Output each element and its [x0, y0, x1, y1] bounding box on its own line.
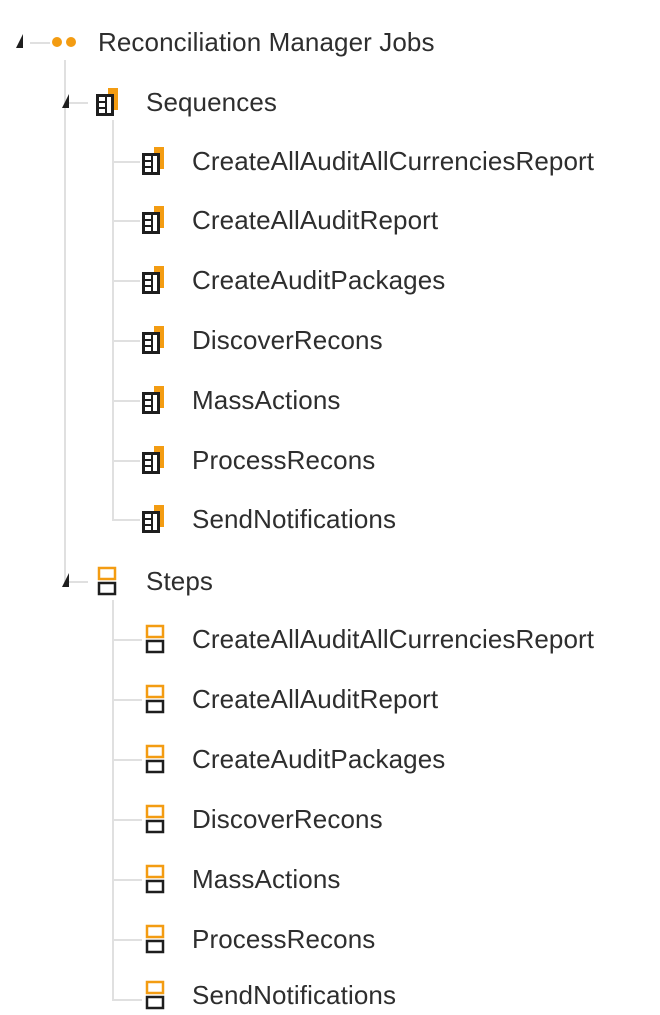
collapse-triangle-icon — [62, 573, 69, 587]
tree-connector-root-h — [30, 42, 50, 44]
tree-connector-root — [64, 60, 66, 582]
tree-item-label: SendNotifications — [192, 980, 397, 1010]
expand-toggle-root[interactable] — [14, 32, 32, 50]
expand-toggle-steps[interactable] — [60, 571, 78, 589]
tree-connector-item-h — [112, 519, 140, 521]
tree-item-label: MassActions — [192, 864, 341, 894]
tree-item-label: ProcessRecons — [192, 445, 376, 475]
collapse-triangle-icon — [62, 94, 69, 108]
tree-item-label: CreateAuditPackages — [192, 744, 446, 774]
tree-item-label: ProcessRecons — [192, 924, 376, 954]
step-icon — [145, 744, 165, 774]
tree-node-sequences[interactable]: Sequences — [94, 82, 277, 122]
step-icon — [97, 566, 117, 596]
tree-connector-item-h — [112, 939, 142, 941]
tree-connector-item-h — [112, 460, 140, 462]
tree-connector-item-h — [112, 759, 142, 761]
expand-toggle-sequences[interactable] — [60, 92, 78, 110]
tree-item-label: MassActions — [192, 385, 341, 415]
step-icon — [145, 804, 165, 834]
step-icon — [145, 980, 165, 1010]
tree-connector-item-h — [112, 879, 142, 881]
tree-node-label: Steps — [146, 566, 213, 596]
tree-item-step[interactable]: CreateAuditPackages — [144, 739, 445, 779]
tree-item-sequence[interactable]: CreateAllAuditAllCurrenciesReport — [140, 141, 594, 181]
tree-item-label: DiscoverRecons — [192, 804, 383, 834]
tree-connector-item-h — [112, 699, 142, 701]
sequence-icon — [142, 266, 164, 294]
tree-item-step[interactable]: ProcessRecons — [144, 919, 375, 959]
tree-item-sequence[interactable]: DiscoverRecons — [140, 320, 383, 360]
sequence-icon — [142, 505, 164, 533]
tree-item-label: CreateAllAuditAllCurrenciesReport — [192, 624, 595, 654]
sequence-icon — [142, 386, 164, 414]
step-icon — [145, 924, 165, 954]
tree-item-step[interactable]: CreateAllAuditReport — [144, 679, 438, 719]
tree-connector-item-h — [112, 999, 142, 1001]
tree-node-root[interactable]: Reconciliation Manager Jobs — [50, 22, 435, 62]
tree-connector-item-h — [112, 639, 142, 641]
tree-connector-item-h — [112, 400, 140, 402]
tree-node-label: Sequences — [146, 87, 278, 117]
tree-item-sequence[interactable]: MassActions — [140, 380, 340, 420]
tree-connector-item-h — [112, 161, 140, 163]
tree-item-sequence[interactable]: CreateAllAuditReport — [140, 200, 438, 240]
sequence-icon — [142, 446, 164, 474]
tree-item-sequence[interactable]: SendNotifications — [140, 499, 396, 539]
tree-node-steps[interactable]: Steps — [96, 561, 213, 601]
tree-connector-item-h — [112, 819, 142, 821]
sequence-icon — [142, 206, 164, 234]
tree-item-step[interactable]: MassActions — [144, 859, 340, 899]
tree-item-sequence[interactable]: ProcessRecons — [140, 440, 375, 480]
tree-item-step[interactable]: SendNotifications — [144, 975, 396, 1015]
sequence-icon — [96, 88, 118, 116]
tree-item-label: CreateAuditPackages — [192, 265, 446, 295]
tree-item-label: CreateAllAuditReport — [192, 205, 439, 235]
tree-item-step[interactable]: DiscoverRecons — [144, 799, 383, 839]
tree-item-sequence[interactable]: CreateAuditPackages — [140, 260, 445, 300]
tree-item-label: CreateAllAuditAllCurrenciesReport — [192, 146, 595, 176]
tree-connector-item-h — [112, 340, 140, 342]
tree-item-label: SendNotifications — [192, 504, 397, 534]
step-icon — [145, 684, 165, 714]
sequence-icon — [142, 326, 164, 354]
collapse-triangle-icon — [16, 34, 23, 48]
job-tree: Reconciliation Manager Jobs Sequences Cr… — [0, 0, 660, 1015]
sequence-icon — [142, 147, 164, 175]
tree-connector-item-h — [112, 280, 140, 282]
tree-item-label: DiscoverRecons — [192, 325, 383, 355]
tree-item-step[interactable]: CreateAllAuditAllCurrenciesReport — [144, 619, 594, 659]
tree-node-label: Reconciliation Manager Jobs — [98, 27, 435, 57]
tree-connector-item-h — [112, 220, 140, 222]
step-icon — [145, 624, 165, 654]
tree-item-label: CreateAllAuditReport — [192, 684, 439, 714]
dots-icon — [52, 37, 76, 47]
step-icon — [145, 864, 165, 894]
